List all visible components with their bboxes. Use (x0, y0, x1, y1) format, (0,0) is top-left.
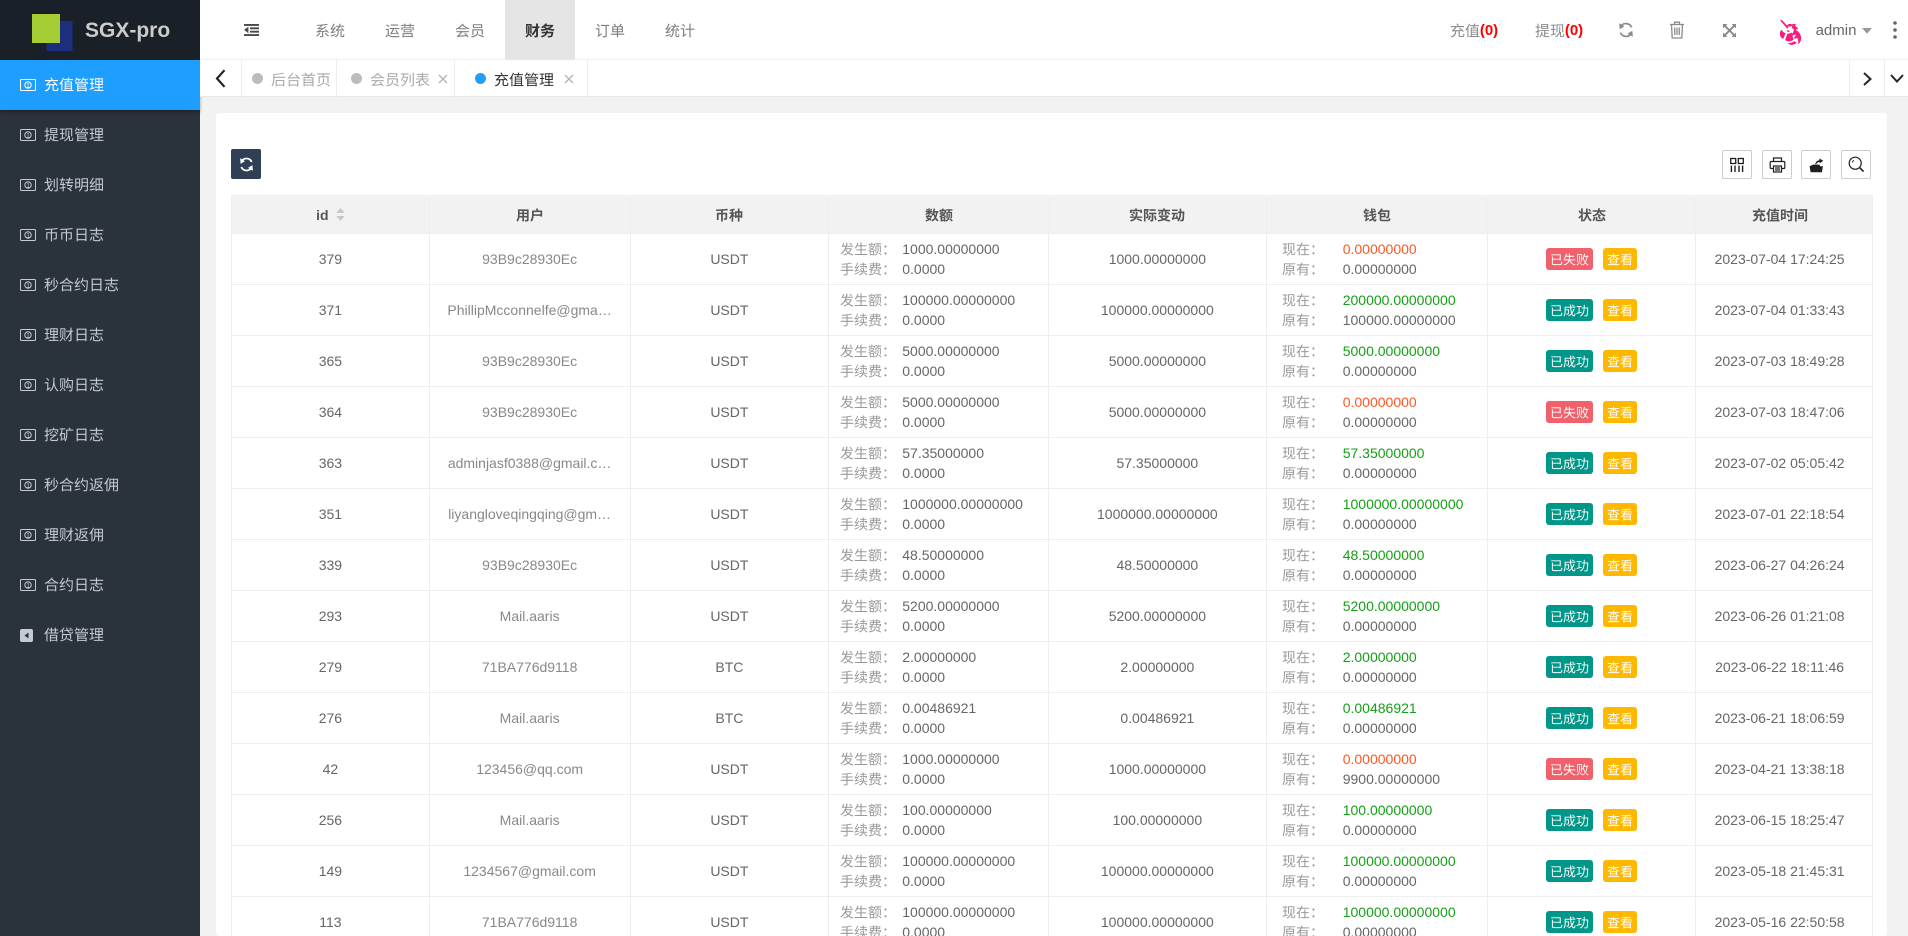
svg-text:1: 1 (26, 432, 30, 439)
svg-text:1: 1 (26, 332, 30, 339)
svg-text:1: 1 (26, 232, 30, 239)
svg-text:1: 1 (26, 382, 30, 389)
svg-text:1: 1 (26, 182, 30, 189)
svg-text:1: 1 (26, 82, 30, 89)
svg-text:1: 1 (26, 582, 30, 589)
svg-text:1: 1 (26, 282, 30, 289)
svg-text:1: 1 (26, 482, 30, 489)
svg-text:1: 1 (26, 132, 30, 139)
svg-text:1: 1 (26, 532, 30, 539)
